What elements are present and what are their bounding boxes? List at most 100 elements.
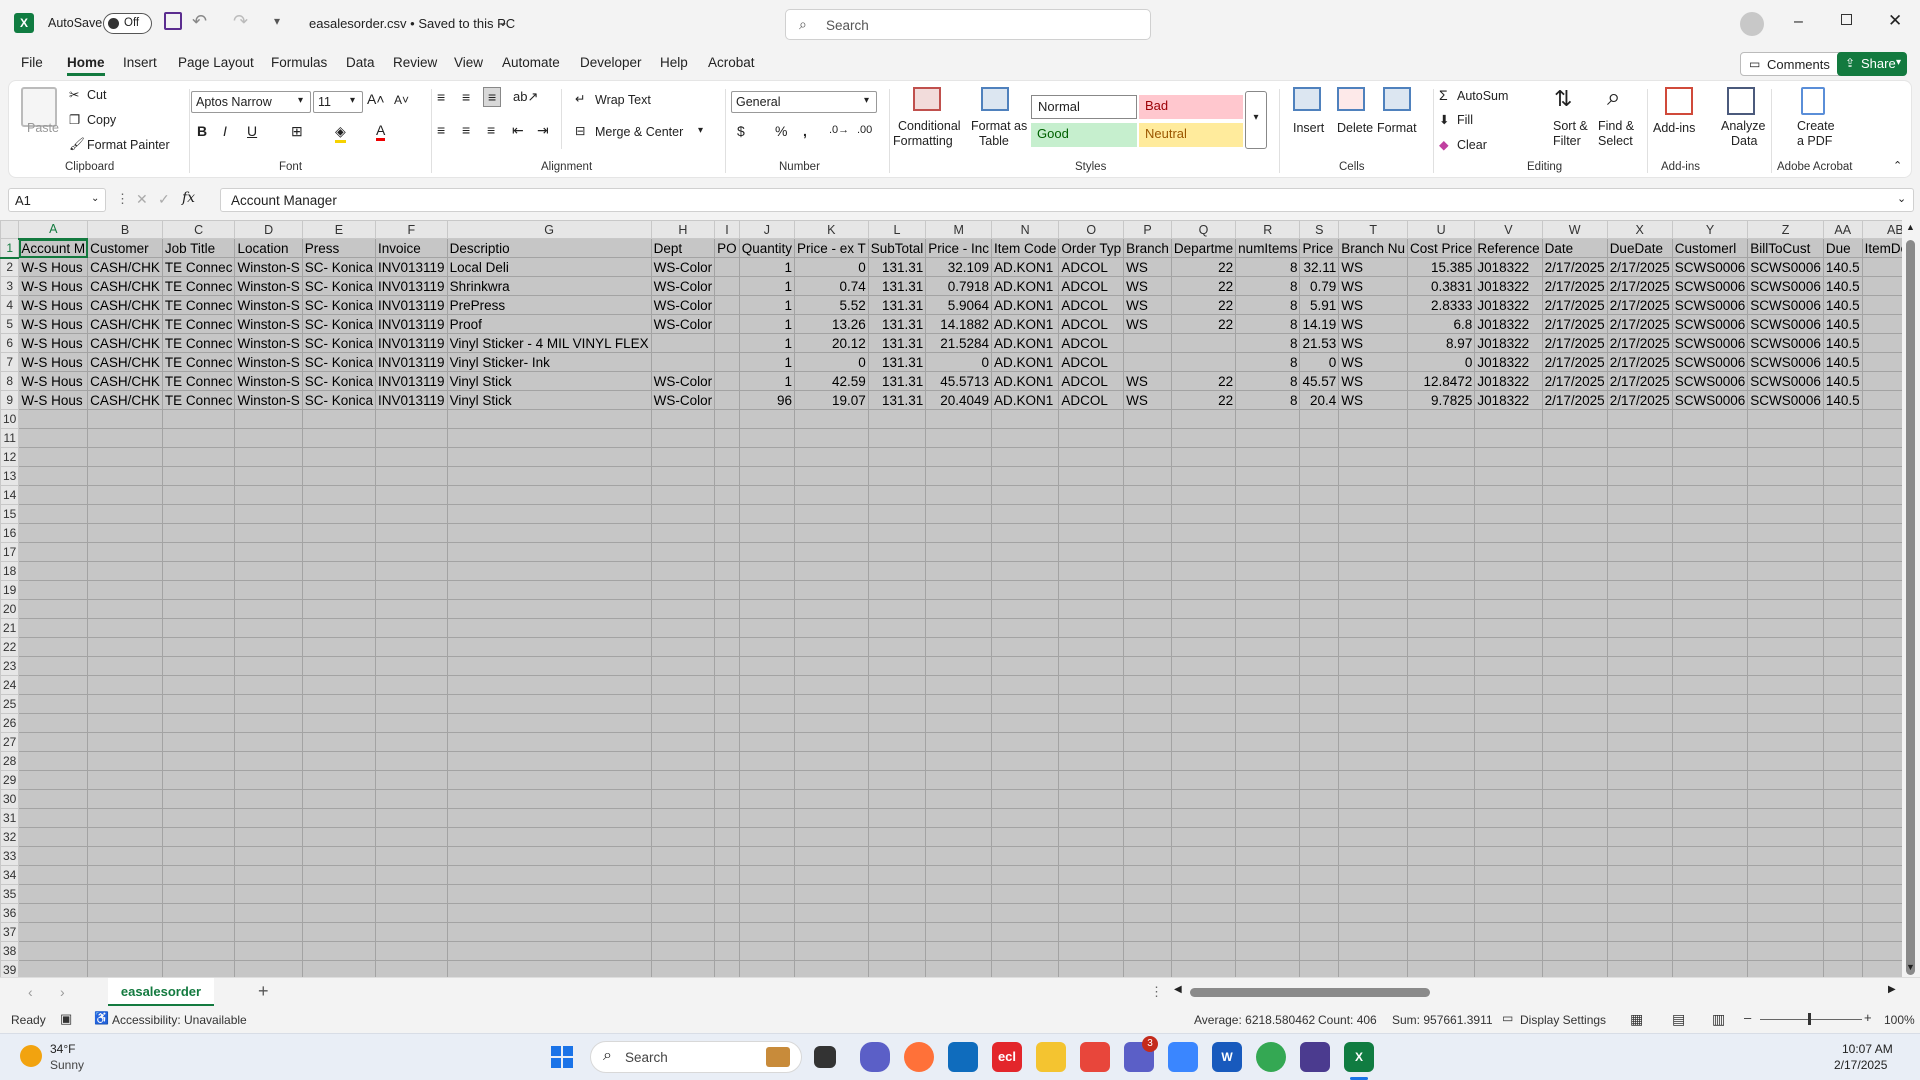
- cell[interactable]: [446, 542, 652, 562]
- cell[interactable]: [867, 960, 927, 977]
- cell[interactable]: [18, 789, 89, 809]
- cell[interactable]: [87, 884, 163, 904]
- cell[interactable]: [650, 808, 716, 828]
- cell[interactable]: [1123, 447, 1172, 467]
- row-header[interactable]: 15: [0, 504, 20, 524]
- cell[interactable]: [738, 713, 795, 733]
- cell[interactable]: 19.07: [793, 390, 869, 410]
- cell[interactable]: AD.KON1: [991, 333, 1060, 353]
- cell[interactable]: [1407, 941, 1476, 961]
- cell[interactable]: [1338, 561, 1409, 581]
- cell[interactable]: [161, 542, 236, 562]
- format-cells-icon[interactable]: [1383, 87, 1411, 111]
- cell[interactable]: Winston-S: [234, 390, 303, 410]
- cell[interactable]: 1: [738, 352, 795, 372]
- cell[interactable]: AD.KON1: [991, 390, 1060, 410]
- cell[interactable]: [738, 694, 795, 714]
- cell[interactable]: Winston-S: [234, 295, 303, 315]
- app-q-icon[interactable]: [1300, 1042, 1330, 1072]
- cell[interactable]: 12.8472: [1407, 371, 1476, 391]
- cell[interactable]: [1235, 960, 1301, 977]
- cell[interactable]: [925, 713, 993, 733]
- cell[interactable]: [87, 523, 163, 543]
- cell[interactable]: [234, 542, 303, 562]
- cell[interactable]: [1299, 903, 1340, 923]
- cell[interactable]: AD.KON1: [991, 314, 1060, 334]
- cell[interactable]: [1299, 637, 1340, 657]
- tab-data[interactable]: Data: [346, 55, 375, 70]
- cell[interactable]: [991, 409, 1060, 429]
- cell[interactable]: W-S Hous: [18, 352, 89, 372]
- cell[interactable]: [1671, 637, 1749, 657]
- cell[interactable]: [1474, 884, 1543, 904]
- cell[interactable]: TE Connec: [161, 371, 236, 391]
- cell[interactable]: [1235, 618, 1301, 638]
- cell[interactable]: [375, 561, 448, 581]
- cell[interactable]: [714, 371, 740, 391]
- decrease-indent-icon[interactable]: ⇤: [512, 122, 524, 139]
- cell[interactable]: [1671, 447, 1749, 467]
- cell[interactable]: [161, 485, 236, 505]
- cell[interactable]: [867, 637, 927, 657]
- cell[interactable]: [867, 789, 927, 809]
- cell[interactable]: [1299, 656, 1340, 676]
- style-good[interactable]: Good: [1031, 123, 1137, 147]
- cell[interactable]: [1170, 352, 1237, 372]
- cell[interactable]: [1170, 751, 1237, 771]
- cell[interactable]: [234, 884, 303, 904]
- insert-button[interactable]: Insert: [1293, 121, 1324, 135]
- row-header[interactable]: 33: [0, 846, 20, 866]
- minimize-icon[interactable]: –: [1794, 13, 1803, 31]
- cell[interactable]: [650, 542, 716, 562]
- cell[interactable]: [234, 561, 303, 581]
- cell[interactable]: TE Connec: [161, 352, 236, 372]
- cell[interactable]: [1541, 580, 1608, 600]
- copy-button[interactable]: Copy: [87, 113, 116, 127]
- cell[interactable]: [738, 675, 795, 695]
- cell[interactable]: [1170, 428, 1237, 448]
- cell[interactable]: [1474, 732, 1543, 752]
- cell[interactable]: [1822, 865, 1863, 885]
- cell[interactable]: [793, 960, 869, 977]
- cell[interactable]: [1123, 922, 1172, 942]
- cell[interactable]: [161, 599, 236, 619]
- cell[interactable]: [1541, 960, 1608, 977]
- cell[interactable]: [1338, 504, 1409, 524]
- cell[interactable]: [234, 694, 303, 714]
- cell[interactable]: [1747, 713, 1824, 733]
- cell[interactable]: SCWS0006: [1671, 257, 1749, 277]
- cell[interactable]: [1123, 789, 1172, 809]
- cell[interactable]: [301, 865, 377, 885]
- find-select-icon[interactable]: ⌕: [1607, 84, 1620, 112]
- cut-icon[interactable]: ✂: [69, 87, 79, 102]
- row-header[interactable]: 12: [0, 447, 20, 467]
- cell[interactable]: 6.8: [1407, 314, 1476, 334]
- row-header[interactable]: 1: [0, 238, 20, 259]
- cell[interactable]: [161, 827, 236, 847]
- cell[interactable]: SC- Konica: [301, 333, 377, 353]
- cell[interactable]: [375, 922, 448, 942]
- cell[interactable]: 2/17/2025: [1541, 257, 1608, 277]
- cell[interactable]: [234, 618, 303, 638]
- cell[interactable]: [1299, 428, 1340, 448]
- cell[interactable]: [650, 922, 716, 942]
- insert-cells-icon[interactable]: [1293, 87, 1321, 111]
- cell[interactable]: [714, 599, 740, 619]
- cell[interactable]: J018322: [1474, 295, 1543, 315]
- sort-filter-icon[interactable]: ⇅: [1554, 86, 1572, 112]
- cell[interactable]: WS-Color: [650, 371, 716, 391]
- cell[interactable]: [1671, 694, 1749, 714]
- cell[interactable]: [1606, 618, 1673, 638]
- cell[interactable]: Price: [1299, 238, 1340, 258]
- column-header[interactable]: W: [1541, 220, 1608, 239]
- cell[interactable]: [301, 694, 377, 714]
- cell[interactable]: [1299, 542, 1340, 562]
- cell[interactable]: [1474, 504, 1543, 524]
- cell[interactable]: [1299, 599, 1340, 619]
- cell[interactable]: [1822, 428, 1863, 448]
- cell[interactable]: [1747, 903, 1824, 923]
- cell[interactable]: [234, 808, 303, 828]
- display-settings-button[interactable]: Display Settings: [1520, 1013, 1606, 1027]
- decrease-decimal-icon[interactable]: .00: [857, 124, 872, 136]
- cell[interactable]: [1606, 865, 1673, 885]
